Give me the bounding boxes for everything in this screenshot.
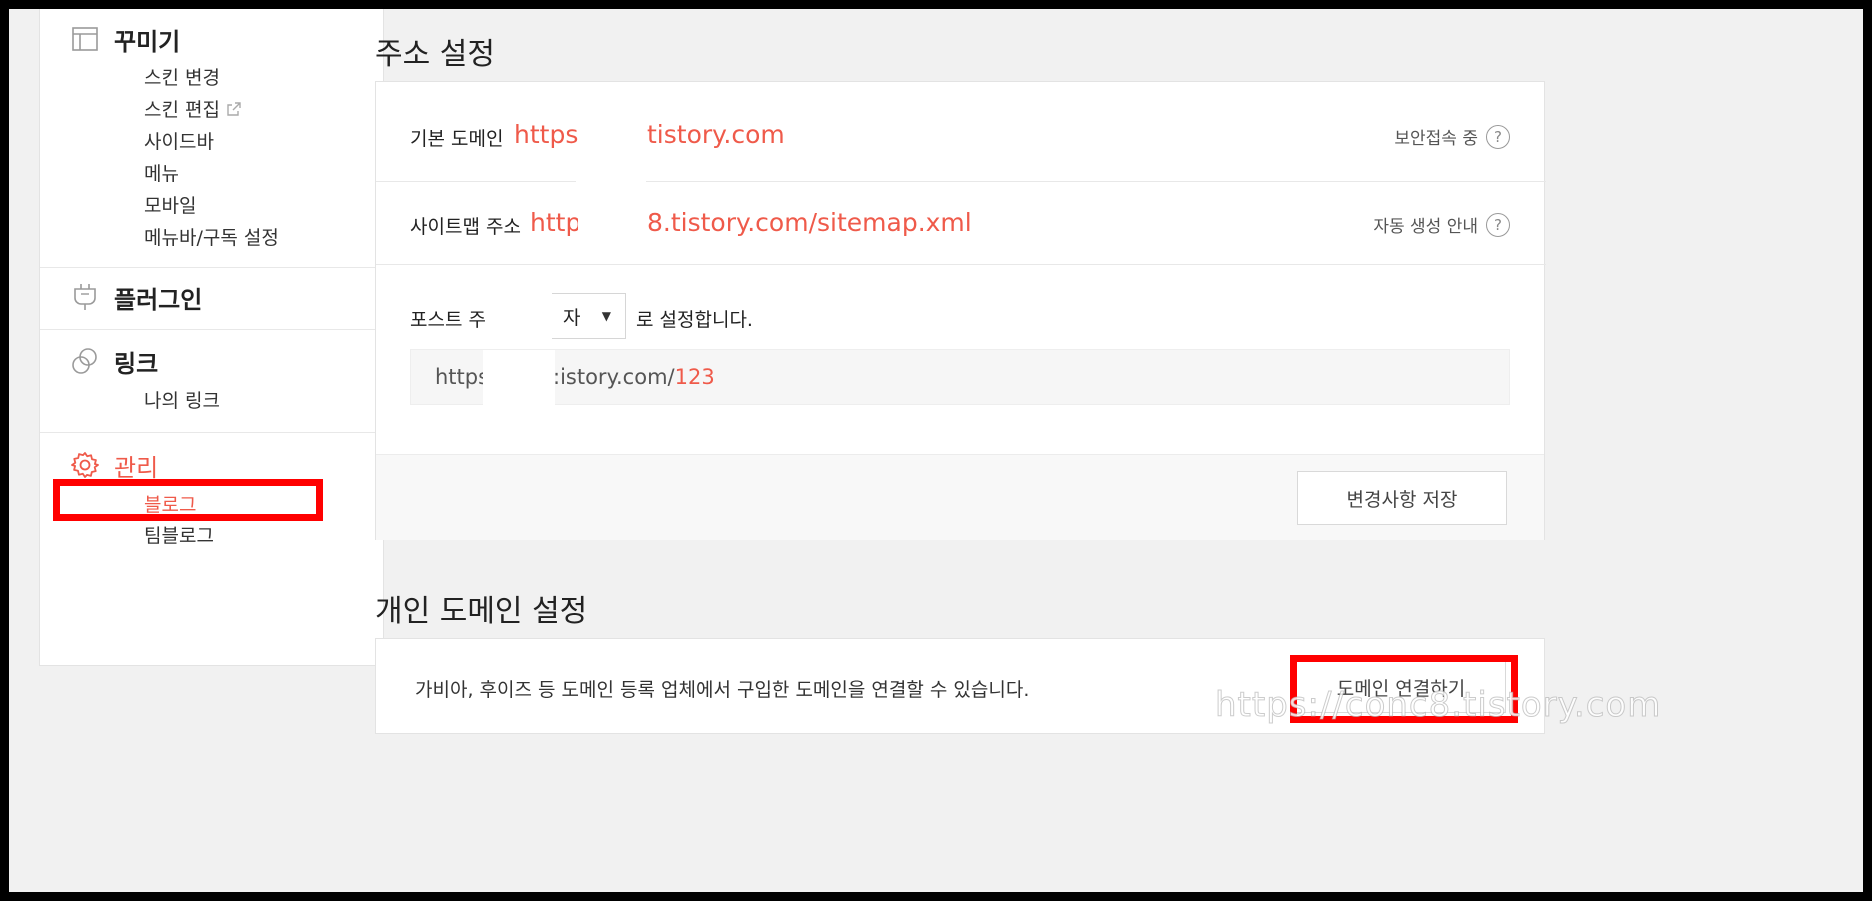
sidebar-section-label: 링크 <box>114 349 159 378</box>
sidebar-item-my-link[interactable]: 나의 링크 <box>144 386 220 413</box>
post-address-suffix: 로 설정합니다. <box>636 309 753 331</box>
divider <box>376 264 1546 265</box>
sidebar-item-mobile[interactable]: 모바일 <box>144 191 196 218</box>
post-address-preview: https:/ :istory.com/123 <box>410 349 1510 406</box>
redaction-mask <box>578 112 646 182</box>
sidebar-section-link[interactable]: 링크 <box>70 343 158 379</box>
caret-down-icon: ▼ <box>601 309 611 323</box>
sidebar-section-manage[interactable]: 관리 <box>70 447 158 483</box>
secure-connection-status: 보안접속 중 ? <box>1394 124 1510 149</box>
redaction-mask <box>483 350 555 406</box>
sitemap-url-suffix[interactable]: 8.tistory.com/sitemap.xml <box>647 208 972 237</box>
layout-icon <box>70 24 100 54</box>
sidebar-section-label: 꾸미기 <box>114 27 181 56</box>
preview-url: :istory.com/123 <box>553 365 715 389</box>
custom-domain-title: 개인 도메인 설정 <box>375 594 588 629</box>
sidebar-item-team-blog[interactable]: 팀블로그 <box>144 521 214 548</box>
plug-icon <box>70 282 100 312</box>
address-settings-panel: 기본 도메인 https:/ tistory.com 보안접속 중 ? 사이트맵… <box>375 81 1546 540</box>
watermark-text: https://conc8.tistory.com <box>1214 685 1662 726</box>
sidebar-item-sidebar[interactable]: 사이드바 <box>144 127 214 154</box>
sidebar-section-plugin[interactable]: 플러그인 <box>70 279 202 315</box>
secure-status-text: 보안접속 중 <box>1394 129 1478 149</box>
page-title: 주소 설정 <box>375 37 495 72</box>
redaction-mask <box>578 186 646 262</box>
sidebar-section-decorate[interactable]: 꾸미기 <box>70 21 180 57</box>
link-icon <box>70 346 100 376</box>
help-icon[interactable]: ? <box>1486 124 1510 149</box>
sidebar-item-menubar-subscribe[interactable]: 메뉴바/구독 설정 <box>144 223 279 250</box>
sidebar-item-menu[interactable]: 메뉴 <box>144 159 179 186</box>
divider <box>646 181 1546 182</box>
divider <box>376 181 576 182</box>
external-link-icon <box>226 101 242 117</box>
default-domain-label: 기본 도메인 <box>410 128 504 150</box>
sitemap-info-text: 자동 생성 안내 <box>1373 217 1478 237</box>
default-domain-url-suffix: tistory.com <box>647 120 785 149</box>
sitemap-label: 사이트맵 주소 <box>410 216 521 238</box>
post-address-select[interactable]: 자 ▼ <box>548 293 626 339</box>
sidebar-section-label: 플러그인 <box>114 285 203 314</box>
preview-post-id: 123 <box>674 365 715 389</box>
sidebar-item-label: 스킨 편집 <box>144 99 220 121</box>
redaction-mask <box>487 287 552 347</box>
divider <box>40 267 383 268</box>
select-value: 자 <box>563 306 581 329</box>
help-icon[interactable]: ? <box>1486 212 1510 237</box>
divider <box>40 432 383 433</box>
sidebar: 꾸미기 스킨 변경 스킨 편집 사이드바 메뉴 모바일 메뉴바/구독 설정 플러… <box>39 9 384 666</box>
gear-icon <box>70 450 100 480</box>
post-address-label: 포스트 주: <box>410 309 493 331</box>
preview-host: :istory.com/ <box>553 365 675 389</box>
save-changes-button[interactable]: 변경사항 저장 <box>1297 471 1507 525</box>
sidebar-item-skin-change[interactable]: 스킨 변경 <box>144 63 220 90</box>
screenshot-frame: 꾸미기 스킨 변경 스킨 편집 사이드바 메뉴 모바일 메뉴바/구독 설정 플러… <box>0 0 1872 901</box>
custom-domain-description: 가비아, 후이즈 등 도메인 등록 업체에서 구입한 도메인을 연결할 수 있습… <box>415 679 1030 701</box>
sidebar-item-skin-edit[interactable]: 스킨 편집 <box>144 95 242 122</box>
sidebar-item-blog[interactable]: 블로그 <box>144 490 196 517</box>
divider <box>40 329 383 330</box>
sitemap-auto-info: 자동 생성 안내 ? <box>1373 212 1510 237</box>
sidebar-section-label: 관리 <box>114 453 159 482</box>
